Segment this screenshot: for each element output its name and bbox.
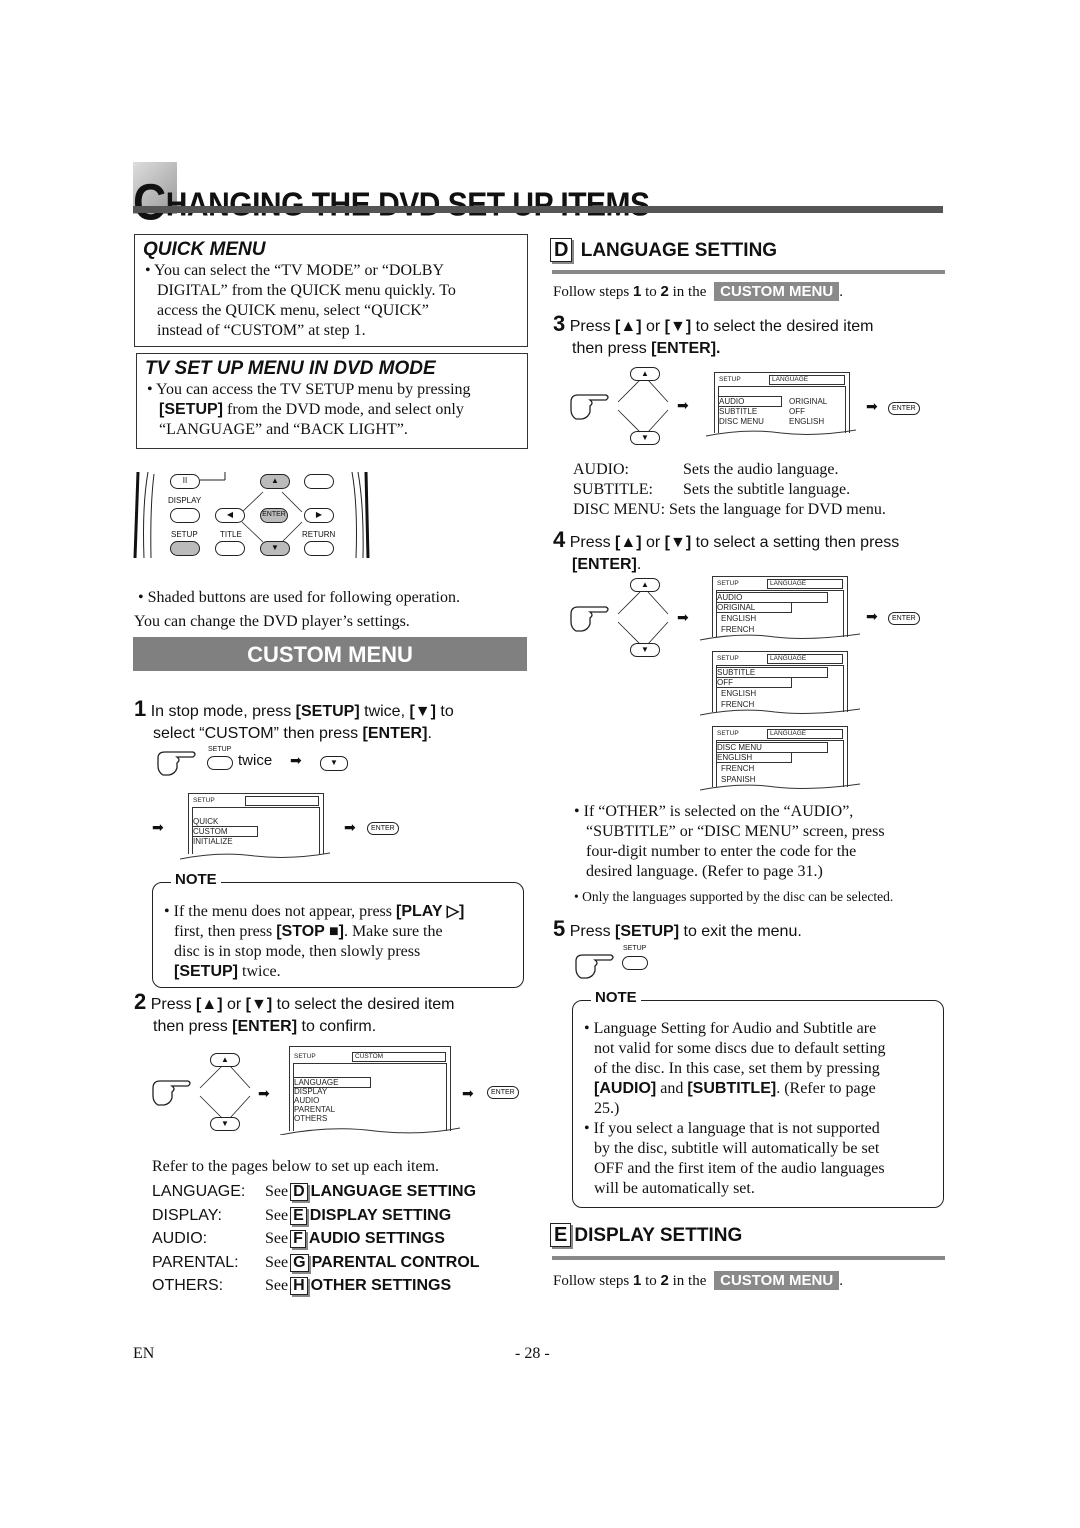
section-letter-d: D	[550, 238, 573, 262]
only-supported-note: • Only the languages supported by the di…	[574, 889, 894, 904]
enter-key-icon: ENTER	[367, 822, 399, 835]
remote-outline	[133, 471, 370, 559]
setup-screen-1: SETUP QUICK CUSTOM INITIALIZE	[188, 793, 324, 854]
enter-key-icon: ENTER	[888, 612, 920, 625]
screen-wave	[700, 708, 860, 716]
left-button: ◀	[215, 508, 245, 523]
arrow-right-icon: ➡	[866, 610, 878, 625]
right-button: ▶	[304, 508, 334, 523]
disc-menu-language-screen: SETUP LANGUAGE DISC MENU ENGLISH FRENCH …	[712, 726, 848, 787]
remote-illustration: II ▲ DISPLAY ◀ ENTER ▶ SETUP TITLE RETUR…	[130, 466, 380, 562]
subtitle-language-screen: SETUP LANGUAGE SUBTITLE OFF ENGLISH FREN…	[712, 651, 848, 712]
down-button: ▼	[260, 541, 290, 556]
audio-language-screen: SETUP LANGUAGE AUDIO ORIGINAL ENGLISH FR…	[712, 576, 848, 637]
screen-wave	[700, 633, 860, 641]
screen-wave	[706, 429, 856, 437]
up-key-icon: ▲	[630, 578, 660, 592]
note-1-text: • If the menu does not appear, press [PL…	[164, 903, 465, 980]
screen-wave	[180, 852, 330, 860]
follow-steps-d: Follow steps 1 to 2 in the CUSTOM MENU.	[553, 282, 843, 301]
refer-intro: Refer to the pages below to set up each …	[152, 1158, 440, 1175]
setup-key-icon	[207, 756, 233, 770]
language-setting-heading: D LANGUAGE SETTING	[548, 238, 777, 262]
arrow-right-icon: ➡	[344, 821, 356, 836]
pause-button: II	[170, 474, 200, 489]
refer-row-audio[interactable]: AUDIO: See F AUDIO SETTINGS	[152, 1230, 532, 1254]
up-button: ▲	[260, 474, 290, 489]
note-2-text: • Language Setting for Audio and Subtitl…	[584, 1020, 886, 1197]
display-button	[170, 508, 200, 523]
follow-steps-e: Follow steps 1 to 2 in the CUSTOM MENU.	[553, 1271, 843, 1290]
title-rule	[133, 206, 943, 213]
custom-menu-link[interactable]: CUSTOM MENU	[714, 1271, 840, 1290]
arrow-right-icon: ➡	[258, 1087, 270, 1102]
nav-diamond	[152, 1066, 251, 1119]
setup-key-icon	[622, 956, 648, 970]
arrow-right-icon: ➡	[677, 399, 689, 414]
setup-small-label: SETUP	[208, 746, 232, 753]
refer-row-parental[interactable]: PARENTAL: See G PARENTAL CONTROL	[152, 1253, 532, 1278]
nav-diamond	[570, 592, 669, 645]
blank-button	[304, 474, 334, 489]
quick-menu-box: QUICK MENU • You can select the “TV MODE…	[134, 234, 528, 347]
enter-key-icon: ENTER	[888, 402, 920, 415]
quick-menu-heading: QUICK MENU	[143, 239, 266, 260]
setup-small-label: SETUP	[623, 945, 647, 952]
display-setting-heading: E DISPLAY SETTING	[548, 1223, 742, 1247]
arrow-right-icon: ➡	[866, 400, 878, 415]
step-3: 3 Press [▲] or [▼] to select the desired…	[553, 311, 874, 358]
up-key-icon: ▲	[630, 367, 660, 381]
twice-label: twice	[238, 752, 273, 769]
section-letter-e: E	[550, 1223, 572, 1247]
arrow-right-icon: ➡	[152, 821, 164, 836]
tv-setup-box: TV SET UP MENU IN DVD MODE • You can acc…	[136, 353, 528, 449]
tv-setup-heading: TV SET UP MENU IN DVD MODE	[145, 358, 436, 379]
title-rest: HANGING THE DVD SET UP ITEMS	[165, 186, 650, 223]
enter-key-icon: ENTER	[487, 1086, 519, 1099]
step-5: 5 Press [SETUP] to exit the menu.	[553, 916, 802, 941]
shaded-buttons-note: • Shaded buttons are used for following …	[134, 589, 460, 630]
enter-button: ENTER	[260, 508, 288, 523]
tv-setup-text: • You can access the TV SETUP menu by pr…	[147, 381, 471, 438]
title-first-letter: C	[133, 173, 166, 231]
hand-pointer-icon	[152, 1080, 191, 1106]
display-label: DISPLAY	[168, 496, 202, 505]
page-number: - 28 -	[515, 1345, 550, 1362]
hand-pointer-icon	[157, 751, 196, 776]
title-button	[215, 541, 245, 556]
note-label: NOTE	[171, 871, 221, 888]
hand-pointer-icon	[575, 954, 614, 979]
arrow-right-icon: ➡	[290, 754, 302, 769]
refer-row-others[interactable]: OTHERS: See H OTHER SETTINGS	[152, 1277, 532, 1301]
refer-list: LANGUAGE: See D LANGUAGE SETTING DISPLAY: Se…	[152, 1183, 532, 1301]
return-button	[304, 541, 334, 556]
screen-wave	[280, 1127, 460, 1135]
setup-button	[170, 541, 200, 556]
custom-screen: SETUP CUSTOM LANGUAGE DISPLAY AUDIO PARE…	[289, 1046, 451, 1131]
footer-language: EN	[133, 1345, 155, 1362]
return-label: RETURN	[302, 530, 336, 539]
down-key-icon: ▼	[320, 756, 348, 771]
refer-row-display[interactable]: DISPLAY: See E DISPLAY SETTING	[152, 1206, 532, 1231]
custom-menu-banner: CUSTOM MENU	[133, 637, 527, 671]
section-rule	[552, 270, 945, 274]
custom-menu-link[interactable]: CUSTOM MENU	[714, 282, 840, 301]
quick-menu-text: • You can select the “TV MODE” or “DOLBY…	[145, 262, 456, 339]
note-label: NOTE	[591, 989, 641, 1006]
up-key-icon: ▲	[210, 1053, 240, 1067]
language-definitions: AUDIO: Sets the audio language. SUBTITLE:…	[573, 461, 886, 518]
nav-diamond	[570, 380, 669, 433]
other-language-note: • If “OTHER” is selected on the “AUDIO”,…	[574, 803, 885, 880]
arrow-right-icon: ➡	[462, 1087, 474, 1102]
step-2: 2 Press [▲] or [▼] to select the desired…	[134, 989, 455, 1036]
section-rule	[552, 1256, 945, 1260]
title-label: TITLE	[220, 530, 242, 539]
language-screen: SETUP LANGUAGE AUDIO ORIGINAL SUBTITLE O…	[714, 372, 850, 433]
screen-wave	[700, 783, 860, 791]
setup-label: SETUP	[171, 530, 198, 539]
refer-row-language[interactable]: LANGUAGE: See D LANGUAGE SETTING	[152, 1183, 532, 1207]
step-1: 1 In stop mode, press [SETUP] twice, [▼]…	[134, 696, 454, 743]
arrow-right-icon: ➡	[677, 611, 689, 626]
step-4: 4 Press [▲] or [▼] to select a setting t…	[553, 527, 900, 574]
